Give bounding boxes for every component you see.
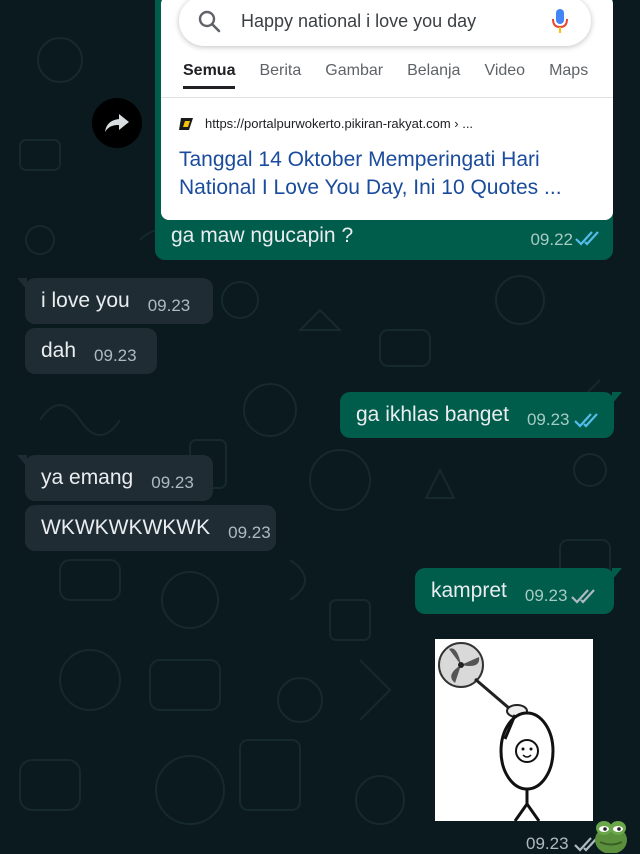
share-arrow-icon: [105, 114, 129, 132]
search-bar: Happy national i love you day: [179, 0, 591, 46]
message-time: 09.23: [94, 346, 137, 365]
message-time: 09.23: [524, 586, 568, 605]
divider: [161, 97, 613, 98]
tab-semua: Semua: [183, 62, 236, 89]
incoming-message[interactable]: dah 09.23: [25, 328, 157, 374]
result-title[interactable]: Tanggal 14 Oktober Memperingati Hari Nat…: [179, 146, 599, 202]
tab-maps: Maps: [549, 62, 589, 79]
forward-button[interactable]: [92, 98, 142, 148]
message-time: 09.23: [526, 834, 569, 853]
tab-gambar: Gambar: [325, 62, 384, 79]
search-result-card[interactable]: Happy national i love you day Semua Beri…: [161, 0, 613, 220]
site-favicon-icon: [179, 117, 193, 130]
sticker-image[interactable]: [435, 639, 593, 822]
incoming-message[interactable]: i love you 09.23: [17, 278, 213, 324]
search-icon: [198, 10, 221, 33]
message-time: 09.23: [526, 410, 570, 429]
tab-berita: Berita: [259, 62, 302, 79]
pepe-sticker-icon[interactable]: [594, 814, 628, 853]
message-text: dah: [41, 339, 77, 362]
message-time: 09.23: [151, 473, 194, 492]
message-text: ga ikhlas banget: [356, 403, 509, 426]
message-time: 09.22: [530, 230, 573, 249]
delivered-ticks-icon: [571, 589, 596, 604]
incoming-message[interactable]: ya emang 09.23: [17, 455, 213, 501]
result-url: https://portalpurwokerto.pikiran-rakyat.…: [205, 116, 474, 131]
stick-figure-fan-drawing: [438, 642, 555, 822]
microphone-icon: [552, 9, 568, 33]
message-text: WKWKWKWKWK: [41, 516, 211, 539]
link-preview-message[interactable]: Happy national i love you day Semua Beri…: [155, 0, 613, 260]
message-text: i love you: [41, 289, 130, 312]
outgoing-message[interactable]: kampret 09.23: [415, 568, 622, 614]
read-ticks-icon: [575, 231, 599, 246]
message-time: 09.23: [147, 296, 191, 315]
message-text: ga maw ngucapin ?: [171, 224, 354, 247]
search-tabs: Semua Berita Gambar Belanja Video Maps: [183, 62, 612, 89]
incoming-message[interactable]: WKWKWKWKWK 09.23: [25, 505, 276, 551]
result-source: https://portalpurwokerto.pikiran-rakyat.…: [179, 116, 473, 131]
message-time: 09.23: [228, 523, 271, 542]
tab-video: Video: [484, 62, 526, 79]
message-text: ya emang: [41, 466, 134, 489]
read-ticks-icon: [573, 413, 598, 428]
outgoing-message[interactable]: ga ikhlas banget 09.23: [340, 392, 622, 438]
tab-belanja: Belanja: [407, 62, 461, 79]
search-query: Happy national i love you day: [241, 10, 477, 31]
message-text: kampret: [431, 579, 507, 602]
